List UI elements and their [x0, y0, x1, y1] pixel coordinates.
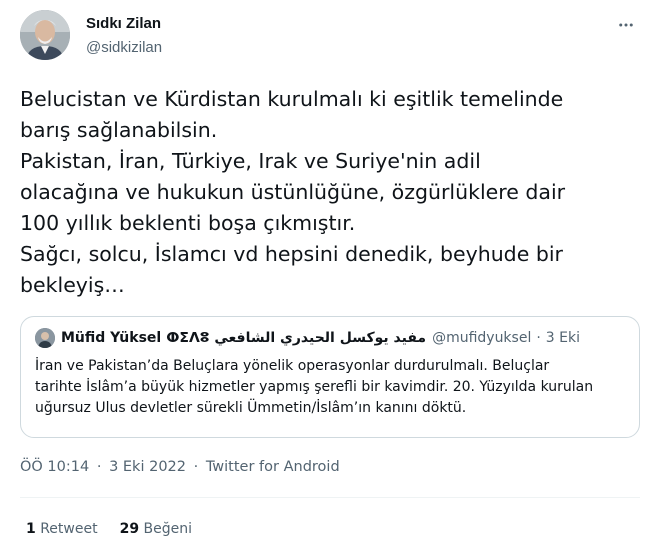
like-label: Beğeni	[143, 521, 192, 537]
quoted-line: uğursuz Ulus devletler sürekli Ümmetin/İ…	[35, 400, 467, 416]
retweet-count-link[interactable]: 1 Retweet	[26, 521, 98, 537]
tweet-line: olacağına ve hukukun üstünlüğüne, özgürl…	[20, 180, 566, 204]
like-count: 29	[119, 521, 140, 537]
tweet-line: bekleyiş…	[20, 273, 125, 297]
tweet-text: Belucistan ve Kürdistan kurulmalı ki eşi…	[20, 84, 640, 301]
author-handle[interactable]: @sidkizilan	[86, 38, 162, 58]
quoted-tweet-header: Müfid Yüksel ⵀⵉⴷⵓ مفيد يوكسل الحيدري الش…	[35, 328, 580, 348]
divider	[20, 497, 640, 498]
tweet-line: barış sağlanabilsin.	[20, 118, 218, 142]
quoted-separator: ·	[536, 330, 541, 346]
more-options-button[interactable]	[613, 12, 639, 38]
quoted-tweet-text: İran ve Pakistan’da Beluçlara yönelik op…	[35, 356, 593, 419]
avatar-photo	[20, 10, 70, 60]
author-avatar[interactable]	[20, 10, 70, 60]
meta-separator: ·	[193, 459, 199, 475]
tweet-line: Pakistan, İran, Türkiye, Irak ve Suriye'…	[20, 149, 481, 173]
author-info: Sıdkı Zilan @sidkizilan	[86, 14, 162, 58]
quoted-date: 3 Eki	[545, 330, 580, 346]
tweet-stats: 1 Retweet 29 Beğeni	[26, 521, 192, 537]
tweet-source[interactable]: Twitter for Android	[206, 459, 340, 475]
tweet-meta: ÖÖ 10:14 · 3 Eki 2022 · Twitter for Andr…	[20, 459, 340, 475]
quoted-author-name: Müfid Yüksel	[61, 330, 162, 346]
quoted-line: tarihte İslâm’a büyük hizmetler yapmış ş…	[35, 379, 594, 395]
quoted-author-handle: @mufidyuksel	[432, 330, 532, 346]
quoted-avatar-photo	[35, 328, 55, 348]
meta-separator: ·	[96, 459, 102, 475]
retweet-label: Retweet	[40, 521, 98, 537]
quoted-line: İran ve Pakistan’da Beluçlara yönelik op…	[35, 358, 550, 374]
tweet-line: 100 yıllık beklenti boşa çıkmıştır.	[20, 211, 356, 235]
quoted-author-name-arabic: ⵀⵉⴷⵓ مفيد يوكسل الحيدري الشافعي	[166, 330, 427, 346]
tweet-line: Belucistan ve Kürdistan kurulmalı ki eşi…	[20, 87, 564, 111]
more-horizontal-icon	[619, 23, 633, 27]
tweet-date[interactable]: 3 Eki 2022	[109, 459, 186, 475]
like-count-link[interactable]: 29 Beğeni	[120, 521, 192, 537]
retweet-count: 1	[26, 521, 36, 537]
tweet-time[interactable]: ÖÖ 10:14	[20, 459, 89, 475]
tweet-line: Sağcı, solcu, İslamcı vd hepsini denedik…	[20, 242, 563, 266]
author-name[interactable]: Sıdkı Zilan	[86, 14, 162, 34]
quoted-author-avatar	[35, 328, 55, 348]
quoted-tweet[interactable]: Müfid Yüksel ⵀⵉⴷⵓ مفيد يوكسل الحيدري الش…	[20, 316, 640, 438]
